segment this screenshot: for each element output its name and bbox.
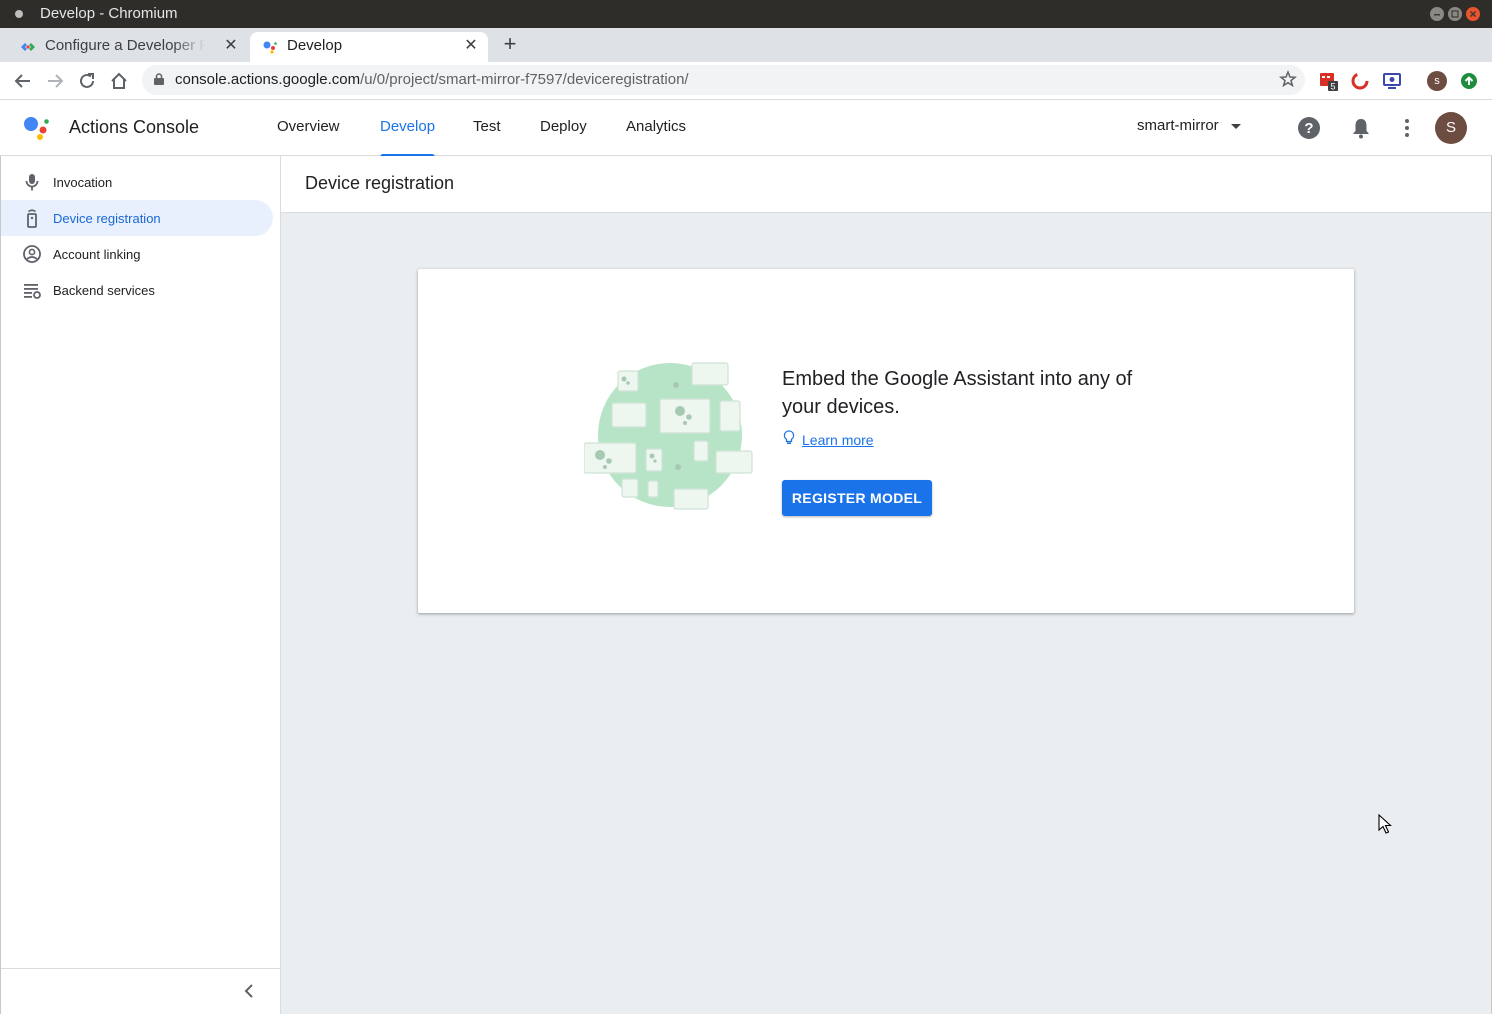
device-registration-card: Embed the Google Assistant into any of y… bbox=[418, 269, 1354, 613]
tab-label: Configure a Developer Project bbox=[45, 37, 205, 54]
extension-swirl-icon[interactable] bbox=[1350, 71, 1370, 91]
page-title: Device registration bbox=[305, 173, 455, 193]
nav-analytics[interactable]: Analytics bbox=[626, 100, 686, 156]
sidebar-item-label: Backend services bbox=[53, 283, 155, 298]
app-header: Actions Console Overview Develop Test De… bbox=[0, 100, 1492, 157]
sidebar-item-label: Device registration bbox=[53, 211, 161, 226]
sidebar-item-label: Account linking bbox=[53, 247, 141, 262]
sidebar-item-account-linking[interactable]: Account linking bbox=[1, 236, 273, 272]
lock-icon bbox=[154, 73, 164, 85]
help-icon[interactable]: ? bbox=[1297, 116, 1321, 140]
tab-label: Develop bbox=[287, 37, 343, 54]
address-bar[interactable]: console.actions.google.com/u/0/project/s… bbox=[142, 65, 1305, 95]
project-name: smart-mirror bbox=[1137, 117, 1219, 134]
devices-illustration bbox=[584, 362, 753, 510]
browser-toolbar: console.actions.google.com/u/0/project/s… bbox=[0, 62, 1492, 100]
url-path: /u/0/project/smart-mirror-f7597/devicere… bbox=[360, 71, 689, 88]
settings-list-icon bbox=[24, 284, 41, 299]
lightbulb-icon bbox=[783, 430, 795, 444]
reload-icon[interactable] bbox=[76, 70, 98, 92]
window-title: Develop - Chromium bbox=[40, 5, 178, 22]
forward-icon[interactable] bbox=[44, 70, 66, 92]
project-selector[interactable]: smart-mirror bbox=[1137, 117, 1241, 134]
tab-configure-project[interactable]: Configure a Developer Project ✕ bbox=[8, 32, 248, 62]
sidebar-item-invocation[interactable]: Invocation bbox=[1, 164, 273, 200]
new-tab-button[interactable]: + bbox=[500, 33, 520, 55]
nav-test[interactable]: Test bbox=[473, 100, 501, 156]
account-circle-icon bbox=[23, 245, 41, 263]
extension-badge: 5 bbox=[1330, 82, 1335, 92]
app-title: Actions Console bbox=[69, 117, 200, 137]
google-assistant-logo bbox=[24, 117, 49, 140]
main-content: Device registration Embed the Google Ass… bbox=[281, 156, 1492, 1014]
mouse-cursor-icon bbox=[1378, 814, 1392, 834]
sidebar-item-backend-services[interactable]: Backend services bbox=[1, 272, 273, 308]
url-host: console.actions.google.com bbox=[175, 71, 361, 88]
extension-calendar-icon[interactable]: 5 bbox=[1319, 71, 1339, 92]
nav-deploy[interactable]: Deploy bbox=[540, 100, 587, 156]
dropdown-caret-icon bbox=[1230, 123, 1241, 129]
sidebar-item-device-registration[interactable]: Device registration bbox=[1, 200, 273, 236]
home-icon[interactable] bbox=[108, 70, 130, 92]
sidebar-item-label: Invocation bbox=[53, 175, 113, 190]
google-dev-icon bbox=[21, 43, 35, 51]
sidebar-footer bbox=[1, 968, 281, 1014]
svg-text:?: ? bbox=[1304, 120, 1313, 137]
back-icon[interactable] bbox=[12, 70, 34, 92]
register-model-button[interactable]: REGISTER MODEL bbox=[782, 480, 932, 516]
sidebar: Invocation Device registration Account l… bbox=[0, 156, 281, 1014]
page-header: Device registration bbox=[281, 156, 1491, 213]
close-window-button[interactable] bbox=[1466, 7, 1480, 21]
extension-screen-icon[interactable] bbox=[1382, 71, 1402, 91]
notifications-bell-icon[interactable] bbox=[1349, 116, 1373, 140]
minimize-button[interactable] bbox=[1430, 7, 1444, 21]
nav-overview[interactable]: Overview bbox=[277, 100, 340, 156]
maximize-button[interactable] bbox=[1448, 7, 1462, 21]
mic-icon bbox=[25, 174, 39, 191]
nav-develop[interactable]: Develop bbox=[380, 100, 436, 157]
more-vert-icon[interactable] bbox=[1395, 116, 1419, 140]
close-icon[interactable]: ✕ bbox=[462, 37, 480, 55]
chromium-icon bbox=[15, 10, 23, 18]
tab-strip: Configure a Developer Project ✕ Develop … bbox=[0, 28, 1492, 62]
account-avatar[interactable]: S bbox=[1435, 112, 1467, 144]
tab-develop[interactable]: Develop ✕ bbox=[250, 32, 488, 62]
close-icon[interactable]: ✕ bbox=[222, 37, 240, 55]
card-heading: Embed the Google Assistant into any of y… bbox=[782, 368, 1133, 418]
url-text: console.actions.google.com/u/0/project/s… bbox=[175, 71, 689, 88]
update-arrow-icon[interactable] bbox=[1459, 71, 1479, 91]
learn-more-link[interactable]: Learn more bbox=[802, 432, 874, 448]
profile-avatar-small[interactable]: s bbox=[1427, 71, 1447, 91]
chevron-left-icon[interactable] bbox=[239, 981, 259, 1001]
bookmark-star-icon[interactable] bbox=[1279, 70, 1297, 88]
assistant-icon bbox=[263, 41, 277, 54]
window-titlebar: Develop - Chromium bbox=[0, 0, 1492, 28]
device-icon bbox=[27, 209, 37, 228]
